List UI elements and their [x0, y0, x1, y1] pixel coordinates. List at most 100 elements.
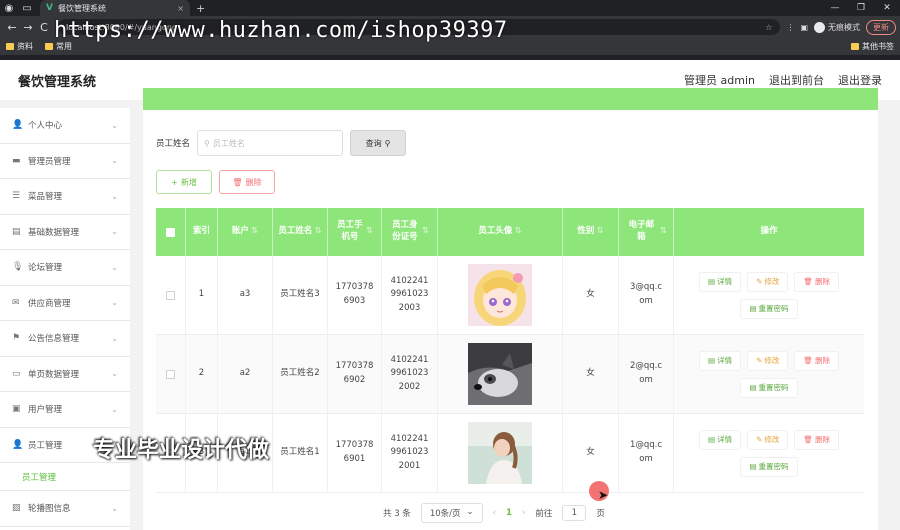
delete-button[interactable]: 🗑 删除 — [794, 350, 839, 371]
sidebar-item-users[interactable]: ▣ 用户管理 ⌄ — [0, 392, 130, 428]
sidebar-item-label: 单页数据管理 — [28, 369, 80, 380]
chevron-down-icon: ⌄ — [111, 120, 118, 130]
col-avatar[interactable]: 员工头像 ⇅ — [438, 208, 563, 256]
col-idcard[interactable]: 员工身份证号 ⇅ — [382, 208, 438, 256]
cell-gender: 女 — [563, 335, 619, 413]
tab-list-icon[interactable]: ▭ — [18, 3, 36, 14]
browser-tab[interactable]: V 餐饮管理系统 × — [40, 0, 190, 16]
sidebar-item-profile[interactable]: 👤 个人中心 ⌄ — [0, 108, 130, 144]
delete-button[interactable]: 🗑 删除 — [794, 271, 839, 292]
reload-icon[interactable]: C — [36, 21, 52, 34]
sidebar-item-dishes[interactable]: ☰ 菜品管理 ⌄ — [0, 179, 130, 215]
sort-icon[interactable]: ⇅ — [422, 226, 429, 238]
delete-button[interactable]: 🗑 删除 — [794, 429, 839, 450]
col-name[interactable]: 员工姓名 ⇅ — [273, 208, 328, 256]
cell-index: 1 — [186, 256, 218, 334]
row-actions: ▤ 详情 ✎ 修改 🗑 删除 ▤ 重置密码 — [699, 350, 839, 398]
pagination: 共 3 条 10条/页 ⌄ ‹ 1 › 前往 1 页 — [383, 503, 605, 523]
next-page-icon[interactable]: › — [522, 508, 525, 518]
query-button[interactable]: 查询 ⚲ — [350, 130, 407, 156]
select-all-checkbox-cell[interactable] — [156, 208, 186, 256]
page-size-select[interactable]: 10条/页 ⌄ — [420, 503, 483, 523]
trash-icon: 🗑 — [803, 434, 813, 444]
cell-index: 2 — [186, 335, 218, 413]
sidebar-item-forum[interactable]: 🎙 论坛管理 ⌄ — [0, 250, 130, 286]
col-phone[interactable]: 员工手机号 ⇅ — [328, 208, 382, 256]
back-icon[interactable]: ← — [4, 21, 20, 34]
minimize-icon[interactable]: — — [822, 3, 848, 13]
sidebar-subitem-staff-manage[interactable]: 员工管理 — [0, 463, 130, 491]
browser-tab-bar: ◉ ▭ V 餐饮管理系统 × + — ❐ ✕ — [0, 0, 900, 16]
sidebar-item-admins[interactable]: ▬ 管理员管理 ⌄ — [0, 144, 130, 179]
cell-email: 1@qq.com — [619, 414, 674, 492]
sort-icon[interactable]: ⇅ — [514, 226, 521, 238]
reset-label: 重置密码 — [758, 382, 789, 392]
delete-label: 删除 — [814, 434, 830, 444]
row-checkbox-cell[interactable] — [156, 335, 186, 413]
extensions-icon[interactable]: ⋮ — [786, 23, 794, 32]
reset-password-button[interactable]: ▤ 重置密码 — [740, 456, 798, 477]
reset-password-button[interactable]: ▤ 重置密码 — [740, 298, 798, 319]
col-index[interactable]: 索引 — [186, 208, 218, 256]
cell-name: 员工姓名3 — [273, 256, 328, 334]
sidebar-icon[interactable]: ▣ — [800, 23, 808, 32]
row-checkbox-cell[interactable] — [156, 256, 186, 334]
maximize-icon[interactable]: ❐ — [848, 3, 874, 13]
page-number-current[interactable]: 1 — [506, 508, 512, 518]
col-account[interactable]: 账户 ⇅ — [218, 208, 273, 256]
row-checkbox[interactable] — [166, 369, 175, 379]
reset-password-button[interactable]: ▤ 重置密码 — [740, 377, 798, 398]
select-all-checkbox[interactable] — [166, 227, 175, 237]
sidebar-item-single-page[interactable]: ▭ 单页数据管理 ⌄ — [0, 357, 130, 392]
detail-button[interactable]: ▤ 详情 — [699, 429, 742, 450]
incognito-indicator[interactable]: 无痕模式 — [814, 21, 860, 33]
sidebar-item-label: 轮播图信息 — [28, 504, 71, 515]
goto-page-input[interactable]: 1 — [562, 505, 587, 521]
folder-icon — [851, 43, 859, 50]
trash-icon: 🗑 — [803, 276, 813, 286]
forward-icon[interactable]: → — [20, 21, 36, 34]
search-icon: ⚲ — [204, 138, 210, 148]
close-tab-icon[interactable]: × — [177, 4, 184, 13]
detail-icon: ▤ — [749, 382, 757, 392]
other-bookmarks[interactable]: 其他书签 — [851, 41, 894, 52]
cell-ops: ▤ 详情 ✎ 修改 🗑 删除 ▤ 重置密码 — [674, 256, 864, 334]
sort-icon[interactable]: ⇅ — [366, 226, 373, 238]
browser-menu-icon[interactable]: ◉ — [0, 3, 18, 14]
sort-icon[interactable]: ⇅ — [660, 226, 667, 238]
row-actions: ▤ 详情 ✎ 修改 🗑 删除 ▤ 重置密码 — [699, 271, 839, 319]
bookmark-folder-1[interactable]: 资料 — [6, 41, 33, 52]
sidebar-item-label: 公告信息管理 — [28, 334, 80, 345]
batch-delete-button[interactable]: 🗑 删除 — [219, 170, 275, 194]
new-tab-button[interactable]: + — [196, 2, 205, 15]
search-placeholder: 员工姓名 — [212, 138, 245, 148]
sort-icon[interactable]: ⇅ — [314, 226, 321, 238]
sidebar-item-suppliers[interactable]: ✉ 供应商管理 ⌄ — [0, 286, 130, 321]
sidebar-item-basic-data[interactable]: ▤ 基础数据管理 ⌄ — [0, 215, 130, 250]
sidebar-item-carousel[interactable]: ▨ 轮播图信息 ⌄ — [0, 491, 130, 527]
col-gender[interactable]: 性别 ⇅ — [563, 208, 619, 256]
search-input[interactable]: ⚲ 员工姓名 — [197, 130, 344, 156]
edit-button[interactable]: ✎ 修改 — [747, 429, 789, 450]
update-button[interactable]: 更新 — [866, 19, 896, 35]
detail-icon: ▤ — [749, 461, 757, 471]
incognito-icon — [814, 21, 825, 33]
detail-button[interactable]: ▤ 详情 — [699, 271, 742, 292]
close-window-icon[interactable]: ✕ — [874, 3, 900, 13]
logout-link[interactable]: 退出登录 — [838, 72, 882, 88]
sort-icon[interactable]: ⇅ — [596, 226, 603, 238]
edit-button[interactable]: ✎ 修改 — [747, 350, 789, 371]
prev-page-icon[interactable]: ‹ — [493, 508, 496, 518]
row-checkbox[interactable] — [166, 290, 175, 300]
sort-icon[interactable]: ⇅ — [251, 226, 258, 238]
col-label: 账户 — [231, 226, 249, 237]
person-icon: 👤 — [12, 120, 24, 131]
bookmark-star-icon[interactable]: ☆ — [765, 23, 772, 32]
edit-button[interactable]: ✎ 修改 — [747, 271, 789, 292]
detail-button[interactable]: ▤ 详情 — [699, 350, 742, 371]
back-to-frontend-link[interactable]: 退出到前台 — [769, 72, 824, 88]
sidebar-item-notices[interactable]: ⚑ 公告信息管理 ⌄ — [0, 321, 130, 357]
add-button[interactable]: + 新增 — [156, 170, 212, 194]
col-email[interactable]: 电子邮箱 ⇅ — [619, 208, 674, 256]
cell-phone: 17703786903 — [328, 256, 382, 334]
